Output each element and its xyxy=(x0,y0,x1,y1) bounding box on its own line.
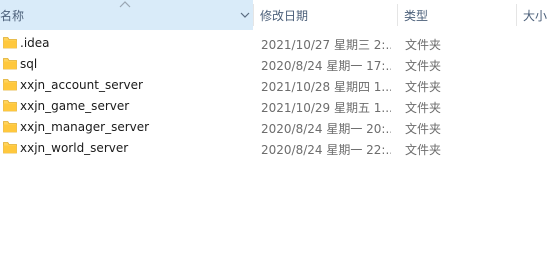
file-modified-date: 2020/8/24 星期一 20:... xyxy=(261,122,391,136)
file-name: xxjn_game_server xyxy=(20,99,130,113)
file-name: xxjn_world_server xyxy=(20,141,129,155)
file-type: 文件夹 xyxy=(405,101,442,115)
file-modified-date: 2020/8/24 星期一 22:... xyxy=(261,143,391,157)
column-header-row: 名称 修改日期 类型 大小 xyxy=(0,0,554,30)
folder-icon xyxy=(3,142,17,154)
file-type: 文件夹 xyxy=(405,59,442,73)
sort-up-icon xyxy=(119,1,131,8)
file-modified-date: 2020/8/24 星期一 17:... xyxy=(261,59,391,73)
file-type: 文件夹 xyxy=(405,122,442,136)
column-header-type[interactable]: 类型 xyxy=(398,0,516,30)
column-header-name[interactable]: 名称 xyxy=(0,0,253,30)
file-name: xxjn_manager_server xyxy=(20,120,150,134)
column-header-name-label: 名称 xyxy=(0,8,25,23)
file-name: .idea xyxy=(20,36,50,50)
file-modified-date: 2021/10/28 星期四 1... xyxy=(261,80,391,94)
column-header-modified[interactable]: 修改日期 xyxy=(254,0,397,30)
file-row[interactable]: xxjn_game_server 2021/10/29 星期五 1... 文件夹 xyxy=(0,96,554,117)
chevron-down-icon[interactable] xyxy=(238,8,252,22)
file-name: sql xyxy=(20,57,38,71)
folder-icon xyxy=(3,100,17,112)
folder-icon xyxy=(3,58,17,70)
column-header-type-label: 类型 xyxy=(404,8,429,23)
file-row[interactable]: xxjn_world_server 2020/8/24 星期一 22:... 文… xyxy=(0,138,554,159)
file-explorer-details-view: 名称 修改日期 类型 大小 .idea 2021/10/27 星期三 2:...… xyxy=(0,0,554,278)
file-type: 文件夹 xyxy=(405,80,442,94)
file-type: 文件夹 xyxy=(405,38,442,52)
file-modified-date: 2021/10/29 星期五 1... xyxy=(261,101,391,115)
file-type: 文件夹 xyxy=(405,143,442,157)
file-row[interactable]: xxjn_account_server 2021/10/28 星期四 1... … xyxy=(0,75,554,96)
file-row[interactable]: sql 2020/8/24 星期一 17:... 文件夹 xyxy=(0,54,554,75)
file-name: xxjn_account_server xyxy=(20,78,143,92)
file-row[interactable]: xxjn_manager_server 2020/8/24 星期一 20:...… xyxy=(0,117,554,138)
file-modified-date: 2021/10/27 星期三 2:... xyxy=(261,38,391,52)
folder-icon xyxy=(3,79,17,91)
column-header-size[interactable]: 大小 xyxy=(517,0,554,30)
folder-icon xyxy=(3,37,17,49)
folder-icon xyxy=(3,121,17,133)
file-list: .idea 2021/10/27 星期三 2:... 文件夹 sql 2020/… xyxy=(0,33,554,159)
column-header-modified-label: 修改日期 xyxy=(260,8,309,23)
column-header-size-label: 大小 xyxy=(523,8,548,23)
file-row[interactable]: .idea 2021/10/27 星期三 2:... 文件夹 xyxy=(0,33,554,54)
